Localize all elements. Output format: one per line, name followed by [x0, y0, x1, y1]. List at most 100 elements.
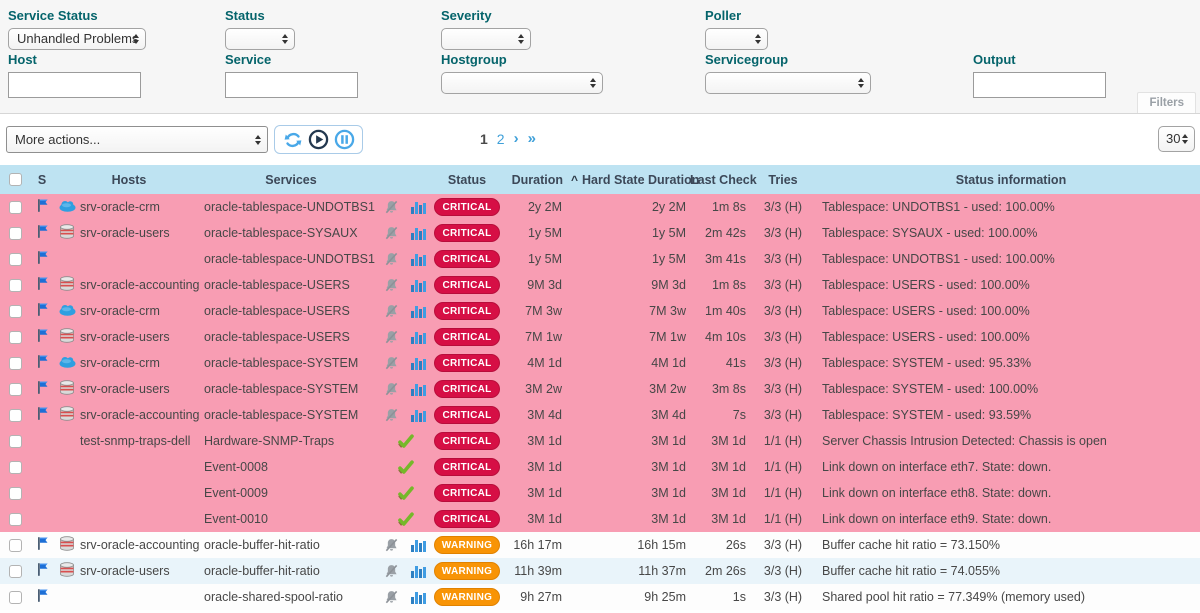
- service-status-select[interactable]: Unhandled Problems: [8, 28, 146, 50]
- filters-tab[interactable]: Filters: [1137, 92, 1196, 113]
- row-checkbox[interactable]: [9, 279, 22, 292]
- header-status-information[interactable]: Status information: [814, 173, 1200, 187]
- play-icon[interactable]: [308, 129, 329, 150]
- graph-icon[interactable]: [404, 200, 432, 214]
- poller-select[interactable]: [705, 28, 768, 50]
- graph-icon[interactable]: [404, 330, 432, 344]
- service-name[interactable]: oracle-tablespace-USERS: [204, 330, 378, 344]
- row-checkbox[interactable]: [9, 435, 22, 448]
- last-page-icon[interactable]: »: [528, 130, 536, 147]
- row-checkbox[interactable]: [9, 331, 22, 344]
- row-checkbox[interactable]: [9, 565, 22, 578]
- row-checkbox[interactable]: [9, 461, 22, 474]
- service-name[interactable]: oracle-tablespace-SYSTEM: [204, 382, 378, 396]
- host-name[interactable]: srv-oracle-users: [80, 382, 204, 396]
- host-name[interactable]: srv-oracle-crm: [80, 200, 204, 214]
- host-name[interactable]: srv-oracle-accounting: [80, 538, 204, 552]
- page-2-link[interactable]: 2: [497, 131, 505, 147]
- host-name[interactable]: srv-oracle-users: [80, 330, 204, 344]
- graph-icon[interactable]: [404, 356, 432, 370]
- service-input[interactable]: [225, 72, 358, 98]
- service-name[interactable]: oracle-tablespace-UNDOTBS1: [204, 252, 378, 266]
- row-checkbox[interactable]: [9, 383, 22, 396]
- row-checkbox[interactable]: [9, 305, 22, 318]
- service-name[interactable]: oracle-buffer-hit-ratio: [204, 564, 378, 578]
- row-checkbox[interactable]: [9, 227, 22, 240]
- row-checkbox[interactable]: [9, 539, 22, 552]
- status-badge[interactable]: CRITICAL: [434, 432, 499, 450]
- status-badge[interactable]: CRITICAL: [434, 510, 499, 528]
- status-badge[interactable]: CRITICAL: [434, 354, 499, 372]
- refresh-icon[interactable]: [282, 129, 303, 150]
- row-checkbox[interactable]: [9, 253, 22, 266]
- service-name[interactable]: oracle-buffer-hit-ratio: [204, 538, 378, 552]
- severity-select[interactable]: [441, 28, 531, 50]
- header-last-check[interactable]: Last Check: [690, 173, 752, 187]
- header-status[interactable]: Status: [432, 173, 502, 187]
- graph-icon[interactable]: [404, 252, 432, 266]
- next-page-icon[interactable]: ›: [514, 130, 519, 147]
- status-badge[interactable]: CRITICAL: [434, 484, 499, 502]
- row-checkbox[interactable]: [9, 591, 22, 604]
- graph-icon[interactable]: [404, 408, 432, 422]
- graph-icon[interactable]: [404, 590, 432, 604]
- graph-icon[interactable]: [404, 226, 432, 240]
- host-name[interactable]: srv-oracle-crm: [80, 304, 204, 318]
- select-all-checkbox[interactable]: [9, 173, 22, 186]
- graph-icon[interactable]: [404, 304, 432, 318]
- status-badge[interactable]: CRITICAL: [434, 328, 499, 346]
- status-badge[interactable]: CRITICAL: [434, 380, 499, 398]
- status-badge[interactable]: WARNING: [434, 588, 500, 606]
- host-input[interactable]: [8, 72, 141, 98]
- service-name[interactable]: oracle-tablespace-USERS: [204, 278, 378, 292]
- notifications-muted-icon: [378, 226, 404, 241]
- service-name[interactable]: Event-0008: [204, 460, 378, 474]
- host-name[interactable]: srv-oracle-accounting: [80, 278, 204, 292]
- status-badge[interactable]: CRITICAL: [434, 302, 499, 320]
- output-input[interactable]: [973, 72, 1106, 98]
- header-hard-state-duration[interactable]: Hard State Duration: [582, 173, 690, 187]
- page-size-select[interactable]: 30: [1158, 126, 1195, 152]
- header-duration[interactable]: Duration^: [502, 173, 582, 187]
- header-services[interactable]: Services: [204, 173, 378, 187]
- more-actions-select[interactable]: More actions...: [6, 126, 268, 153]
- status-badge[interactable]: CRITICAL: [434, 224, 499, 242]
- status-badge[interactable]: CRITICAL: [434, 250, 499, 268]
- graph-icon[interactable]: [404, 382, 432, 396]
- status-badge[interactable]: CRITICAL: [434, 198, 499, 216]
- status-select[interactable]: [225, 28, 295, 50]
- row-checkbox[interactable]: [9, 487, 22, 500]
- graph-icon[interactable]: [404, 538, 432, 552]
- service-name[interactable]: oracle-shared-spool-ratio: [204, 590, 378, 604]
- row-checkbox[interactable]: [9, 201, 22, 214]
- host-name[interactable]: test-snmp-traps-dell: [80, 434, 204, 448]
- service-name[interactable]: Hardware-SNMP-Traps: [204, 434, 378, 448]
- pause-icon[interactable]: [334, 129, 355, 150]
- host-name[interactable]: srv-oracle-users: [80, 226, 204, 240]
- graph-icon[interactable]: [404, 278, 432, 292]
- host-name[interactable]: srv-oracle-crm: [80, 356, 204, 370]
- service-name[interactable]: oracle-tablespace-UNDOTBS1: [204, 200, 378, 214]
- status-badge[interactable]: CRITICAL: [434, 276, 499, 294]
- service-name[interactable]: Event-0010: [204, 512, 378, 526]
- graph-icon[interactable]: [404, 564, 432, 578]
- service-name[interactable]: oracle-tablespace-USERS: [204, 304, 378, 318]
- header-s[interactable]: S: [30, 173, 54, 187]
- hostgroup-select[interactable]: [441, 72, 603, 94]
- service-name[interactable]: oracle-tablespace-SYSTEM: [204, 408, 378, 422]
- service-name[interactable]: oracle-tablespace-SYSAUX: [204, 226, 378, 240]
- row-checkbox[interactable]: [9, 409, 22, 422]
- header-hosts[interactable]: Hosts: [54, 173, 204, 187]
- host-name[interactable]: srv-oracle-users: [80, 564, 204, 578]
- row-checkbox[interactable]: [9, 513, 22, 526]
- status-badge[interactable]: CRITICAL: [434, 406, 499, 424]
- row-checkbox[interactable]: [9, 357, 22, 370]
- status-badge[interactable]: WARNING: [434, 536, 500, 554]
- servicegroup-select[interactable]: [705, 72, 871, 94]
- service-name[interactable]: Event-0009: [204, 486, 378, 500]
- status-badge[interactable]: CRITICAL: [434, 458, 499, 476]
- service-name[interactable]: oracle-tablespace-SYSTEM: [204, 356, 378, 370]
- status-badge[interactable]: WARNING: [434, 562, 500, 580]
- host-name[interactable]: srv-oracle-accounting: [80, 408, 204, 422]
- header-tries[interactable]: Tries: [752, 173, 814, 187]
